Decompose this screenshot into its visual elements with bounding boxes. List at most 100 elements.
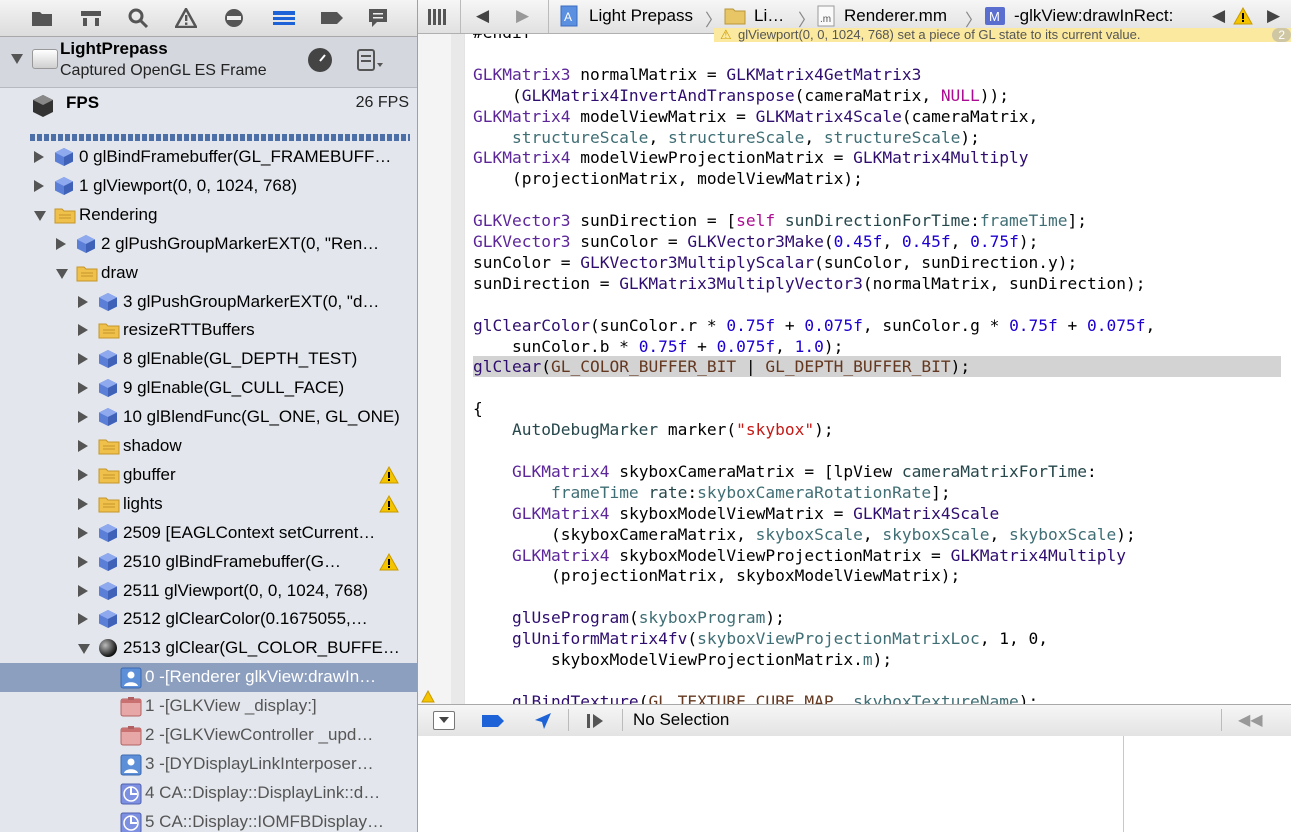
code-folding-ribbon[interactable] [451, 34, 464, 704]
tree-row[interactable]: resizeRTTBuffers [0, 316, 417, 345]
disclosure-closed-icon[interactable] [78, 584, 88, 597]
hide-debug-area-icon[interactable] [433, 711, 455, 730]
tree-row[interactable]: 1 -[GLKView _display:] [0, 692, 417, 721]
breakpoint-filter-icon[interactable] [220, 5, 248, 31]
tree-row[interactable]: 10 glBlendFunc(GL_ONE, GL_ONE) [0, 403, 417, 432]
hierarchy-icon[interactable] [77, 5, 105, 31]
code-line[interactable]: AutoDebugMarker marker("skybox"); [473, 419, 834, 440]
code-line[interactable]: { [473, 398, 483, 419]
code-line[interactable]: sunColor = GLKVector3MultiplyScalar(sunC… [473, 252, 1077, 273]
code-line[interactable]: GLKMatrix4 skyboxModelViewProjectionMatr… [473, 545, 1126, 566]
tree-row[interactable]: 2512 glClearColor(0.1675055,… [0, 605, 417, 634]
disclosure-closed-icon[interactable] [78, 497, 88, 510]
tree-row[interactable]: 2509 [EAGLContext setCurrent… [0, 519, 417, 548]
search-icon[interactable] [124, 5, 152, 31]
disclosure-closed-icon[interactable] [78, 526, 88, 539]
code-line[interactable]: (projectionMatrix, skyboxModelViewMatrix… [473, 565, 960, 586]
tree-row[interactable]: 4 CA::Display::DisplayLink::d… [0, 779, 417, 808]
disclosure-open-icon[interactable] [78, 644, 90, 655]
disclosure-closed-icon[interactable] [78, 324, 88, 337]
back-arrow-icon[interactable]: ◀ [476, 6, 489, 26]
tree-row[interactable]: Rendering [0, 201, 417, 230]
warning-icon[interactable] [379, 465, 399, 489]
disclosure-closed-icon[interactable] [34, 151, 44, 163]
debug-navigator-icon[interactable] [270, 5, 298, 31]
warning-icon[interactable] [421, 690, 435, 703]
warning-icon[interactable] [1233, 7, 1253, 25]
gauge-icon[interactable] [308, 48, 332, 72]
breakpoint-icon[interactable] [318, 5, 346, 31]
fps-row[interactable]: FPS 26 FPS [0, 88, 417, 130]
previous-issue-icon[interactable]: ◀ [1212, 6, 1225, 26]
code-line[interactable]: glUseProgram(skyboxProgram); [473, 607, 785, 628]
code-line[interactable]: frameTime rate:skyboxCameraRotationRate]… [473, 482, 951, 503]
code-line[interactable]: (projectionMatrix, modelViewMatrix); [473, 168, 863, 189]
location-icon[interactable] [533, 711, 553, 731]
code-line[interactable]: GLKVector3 sunColor = GLKVector3Make(0.4… [473, 231, 1038, 252]
tree-row[interactable]: 8 glEnable(GL_DEPTH_TEST) [0, 345, 417, 374]
code-line[interactable]: structureScale, structureScale, structur… [473, 127, 980, 148]
issue-banner[interactable]: ⚠ glViewport(0, 0, 1024, 768) set a piec… [714, 28, 1291, 42]
disclosure-closed-icon[interactable] [78, 382, 88, 395]
tree-row[interactable]: 0 -[Renderer glkView:drawIn… [0, 663, 417, 693]
code-line[interactable]: (GLKMatrix4InvertAndTranspose(cameraMatr… [473, 85, 1009, 106]
step-icon[interactable] [586, 713, 606, 729]
code-line[interactable]: glClearColor(sunColor.r * 0.75f + 0.075f… [473, 315, 1155, 336]
disclosure-closed-icon[interactable] [78, 555, 88, 568]
code-line[interactable]: glBindTexture(GL_TEXTURE_CUBE_MAP, skybo… [473, 691, 1038, 704]
code-line[interactable]: glUniformMatrix4fv(skyboxViewProjectionM… [473, 628, 1048, 649]
disclosure-open-icon[interactable] [56, 268, 68, 279]
console-view[interactable] [1124, 736, 1291, 832]
code-line[interactable]: sunColor.b * 0.75f + 0.075f, 1.0); [473, 336, 843, 357]
warning-icon[interactable] [172, 5, 200, 31]
disclosure-closed-icon[interactable] [78, 613, 88, 626]
tree-row[interactable]: 1 glViewport(0, 0, 1024, 768) [0, 172, 417, 201]
tree-row[interactable]: 2511 glViewport(0, 0, 1024, 768) [0, 577, 417, 606]
tree-row[interactable]: 5 CA::Display::IOMFBDisplay… [0, 808, 417, 832]
disclosure-closed-icon[interactable] [78, 295, 88, 308]
chevron-down-icon[interactable] [11, 54, 23, 64]
list-options-icon[interactable] [357, 49, 385, 76]
tree-row[interactable]: 3 -[DYDisplayLinkInterposer… [0, 750, 417, 779]
tree-row[interactable]: lights [0, 490, 417, 519]
code-line[interactable]: (skyboxCameraMatrix, skyboxScale, skybox… [473, 524, 1136, 545]
disclosure-closed-icon[interactable] [78, 411, 88, 424]
forward-arrow-icon[interactable]: ▶ [516, 6, 529, 26]
code-line[interactable]: GLKVector3 sunDirection = [self sunDirec… [473, 210, 1087, 231]
disclosure-closed-icon[interactable] [78, 353, 88, 366]
source-editor[interactable]: #endif GLKMatrix3 normalMatrix = GLKMatri… [464, 34, 1291, 704]
tree-row[interactable]: shadow [0, 432, 417, 461]
breadcrumb-file[interactable]: Renderer.mm [844, 6, 947, 26]
breadcrumb-project[interactable]: Light Prepass [589, 6, 693, 26]
tree-row[interactable]: 9 glEnable(GL_CULL_FACE) [0, 374, 417, 403]
disclosure-closed-icon[interactable] [56, 237, 66, 250]
tree-row[interactable]: 0 glBindFramebuffer(GL_FRAMEBUFF… [0, 143, 417, 172]
next-issue-icon[interactable]: ▶ [1267, 6, 1280, 26]
tree-row[interactable]: gbuffer [0, 461, 417, 490]
related-items-icon[interactable] [428, 9, 446, 25]
code-line[interactable]: GLKMatrix4 modelViewMatrix = GLKMatrix4S… [473, 106, 1038, 127]
warning-icon[interactable] [379, 494, 399, 518]
folder-icon[interactable] [28, 5, 56, 31]
captured-frame-header[interactable]: LightPrepass Captured OpenGL ES Frame [0, 37, 417, 88]
tree-row[interactable]: 2510 glBindFramebuffer(G… [0, 548, 417, 577]
breakpoints-toggle-icon[interactable] [481, 714, 505, 728]
tree-row[interactable]: 3 glPushGroupMarkerEXT(0, "d… [0, 288, 417, 317]
code-line[interactable]: GLKMatrix3 normalMatrix = GLKMatrix4GetM… [473, 64, 921, 85]
code-line[interactable]: GLKMatrix4 modelViewProjectionMatrix = G… [473, 147, 1029, 168]
disclosure-closed-icon[interactable] [78, 468, 88, 481]
tree-row[interactable]: 2 glPushGroupMarkerEXT(0, "Ren… [0, 230, 417, 259]
code-line[interactable]: skyboxModelViewProjectionMatrix.m); [473, 649, 892, 670]
code-line[interactable]: GLKMatrix4 skyboxCameraMatrix = [lpView … [473, 461, 1097, 482]
disclosure-open-icon[interactable] [34, 210, 46, 221]
disclosure-closed-icon[interactable] [78, 440, 88, 452]
code-line[interactable]: sunDirection = GLKMatrix3MultiplyVector3… [473, 273, 1145, 294]
tree-row[interactable]: 2 -[GLKViewController _upd… [0, 721, 417, 750]
code-line[interactable]: #endif [473, 34, 531, 43]
breadcrumb-method[interactable]: -glkView:drawInRect: [1014, 6, 1173, 26]
tree-row[interactable]: 2513 glClear(GL_COLOR_BUFFE… [0, 634, 417, 663]
variables-view[interactable] [418, 736, 1124, 832]
disclosure-closed-icon[interactable] [34, 179, 44, 192]
log-icon[interactable] [364, 5, 392, 31]
warning-icon[interactable] [379, 552, 399, 576]
